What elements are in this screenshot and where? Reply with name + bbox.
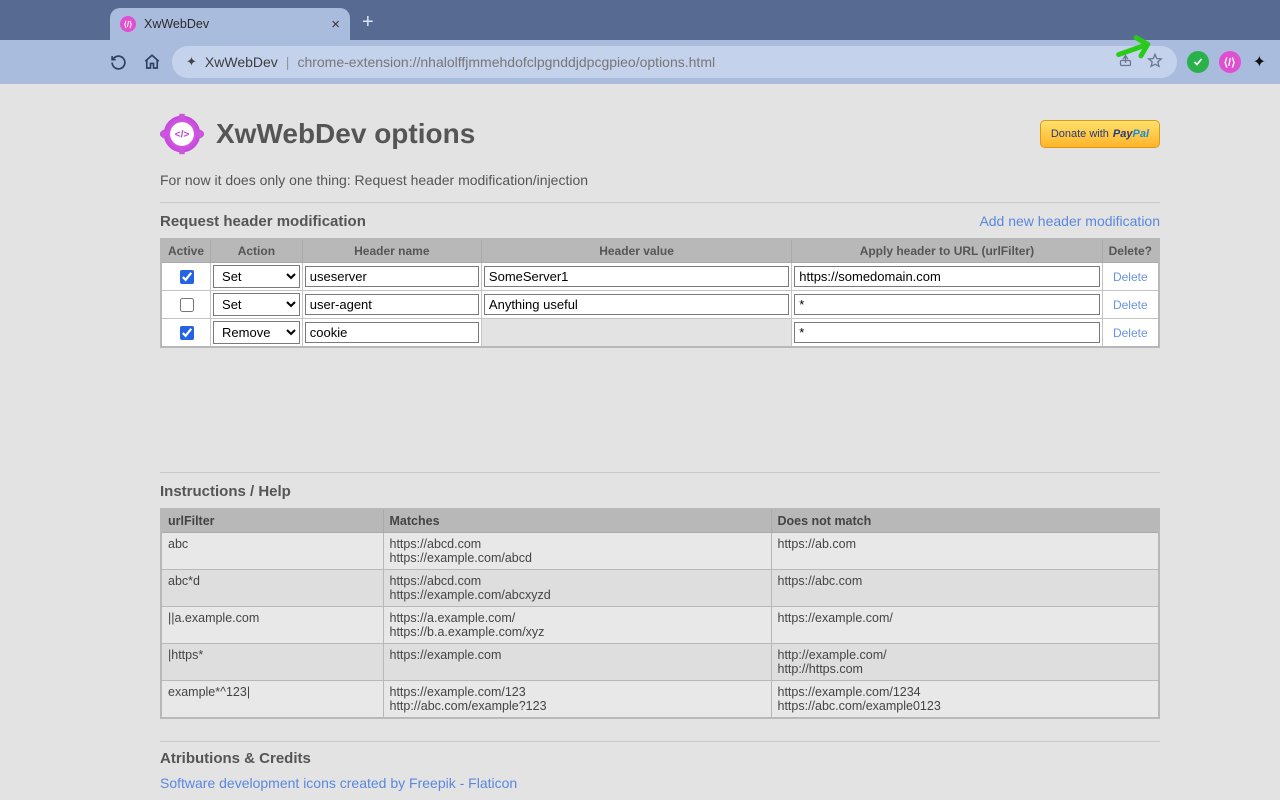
extension-icon: ✦ — [186, 54, 197, 70]
table-row: abchttps://abcd.com https://example.com/… — [161, 533, 1159, 570]
col-value: Header value — [481, 239, 791, 263]
help-matches: https://abcd.com https://example.com/abc… — [383, 570, 771, 607]
attrib-link[interactable]: Software development icons created by Fr… — [160, 775, 517, 791]
header-value-input[interactable] — [484, 266, 789, 287]
help-nomatch: http://example.com/ http://https.com — [771, 644, 1159, 681]
help-matches: https://example.com/123 http://abc.com/e… — [383, 681, 771, 719]
active-checkbox[interactable] — [180, 298, 194, 312]
help-filter: example*^123| — [161, 681, 383, 719]
help-filter: |https* — [161, 644, 383, 681]
header-name-input[interactable] — [305, 322, 479, 343]
address-app: XwWebDev — [205, 54, 278, 70]
new-tab-button[interactable]: + — [362, 11, 374, 34]
table-row: abc*dhttps://abcd.com https://example.co… — [161, 570, 1159, 607]
ext-badge-app[interactable]: ⟨/⟩ — [1219, 51, 1241, 73]
address-path: chrome-extension://nhalolffjmmehdofclpgn… — [297, 54, 715, 70]
intro-text: For now it does only one thing: Request … — [160, 172, 1160, 188]
active-checkbox[interactable] — [180, 326, 194, 340]
close-tab-icon[interactable]: × — [331, 17, 340, 32]
table-row: Set Delete — [161, 263, 1159, 291]
svg-text:</>: </> — [175, 130, 190, 141]
share-icon[interactable] — [1118, 53, 1133, 71]
address-bar[interactable]: ✦ XwWebDev | chrome-extension://nhalolff… — [172, 46, 1177, 78]
help-matches: https://example.com — [383, 644, 771, 681]
app-logo: </> — [160, 112, 204, 156]
donate-prefix: Donate with — [1051, 128, 1109, 140]
donate-button[interactable]: Donate with PayPal — [1040, 120, 1160, 148]
action-select[interactable]: Set — [213, 265, 300, 288]
url-filter-input[interactable] — [794, 266, 1099, 287]
col-active: Active — [161, 239, 211, 263]
favicon: ⟨/⟩ — [120, 16, 136, 32]
header-value-input[interactable] — [484, 294, 789, 315]
help-col-filter: urlFilter — [161, 509, 383, 533]
rules-heading: Request header modification — [160, 213, 366, 230]
help-nomatch: https://abc.com — [771, 570, 1159, 607]
add-rule-link[interactable]: Add new header modification — [979, 213, 1160, 229]
col-name: Header name — [302, 239, 481, 263]
action-select[interactable]: Remove — [213, 321, 300, 344]
browser-tab[interactable]: ⟨/⟩ XwWebDev × — [110, 8, 350, 40]
tab-strip: ⟨/⟩ XwWebDev × + — [0, 0, 1280, 40]
toolbar: ✦ XwWebDev | chrome-extension://nhalolff… — [0, 40, 1280, 84]
table-row: |https*https://example.comhttp://example… — [161, 644, 1159, 681]
delete-link[interactable]: Delete — [1113, 326, 1148, 340]
delete-link[interactable]: Delete — [1113, 270, 1148, 284]
extensions-icon[interactable]: ✦ — [1253, 52, 1266, 72]
header-name-input[interactable] — [305, 294, 479, 315]
reload-button[interactable] — [108, 54, 128, 71]
help-filter: abc*d — [161, 570, 383, 607]
help-matches: https://a.example.com/ https://b.a.examp… — [383, 607, 771, 644]
help-col-matches: Matches — [383, 509, 771, 533]
help-nomatch: https://example.com/ — [771, 607, 1159, 644]
help-nomatch: https://ab.com — [771, 533, 1159, 570]
col-url: Apply header to URL (urlFilter) — [792, 239, 1102, 263]
header-name-input[interactable] — [305, 266, 479, 287]
attrib-heading: Atributions & Credits — [160, 750, 1160, 767]
help-nomatch: https://example.com/1234 https://abc.com… — [771, 681, 1159, 719]
delete-link[interactable]: Delete — [1113, 298, 1148, 312]
url-filter-input[interactable] — [794, 322, 1099, 343]
col-delete: Delete? — [1102, 239, 1159, 263]
help-table: urlFilter Matches Does not match abchttp… — [160, 508, 1160, 719]
page-title: XwWebDev options — [216, 118, 475, 150]
url-filter-input[interactable] — [794, 294, 1099, 315]
tab-title: XwWebDev — [144, 17, 323, 31]
action-select[interactable]: Set — [213, 293, 300, 316]
col-action: Action — [211, 239, 303, 263]
table-row: Remove Delete — [161, 319, 1159, 348]
ext-badge-green[interactable] — [1187, 51, 1209, 73]
table-row: example*^123|https://example.com/123 htt… — [161, 681, 1159, 719]
bookmark-icon[interactable] — [1147, 53, 1163, 72]
help-filter: ||a.example.com — [161, 607, 383, 644]
help-col-nomatch: Does not match — [771, 509, 1159, 533]
rules-table: Active Action Header name Header value A… — [160, 238, 1160, 348]
help-heading: Instructions / Help — [160, 472, 1160, 500]
active-checkbox[interactable] — [180, 270, 194, 284]
table-row: Set Delete — [161, 291, 1159, 319]
help-filter: abc — [161, 533, 383, 570]
help-matches: https://abcd.com https://example.com/abc… — [383, 533, 771, 570]
home-button[interactable] — [142, 53, 162, 71]
table-row: ||a.example.comhttps://a.example.com/ ht… — [161, 607, 1159, 644]
